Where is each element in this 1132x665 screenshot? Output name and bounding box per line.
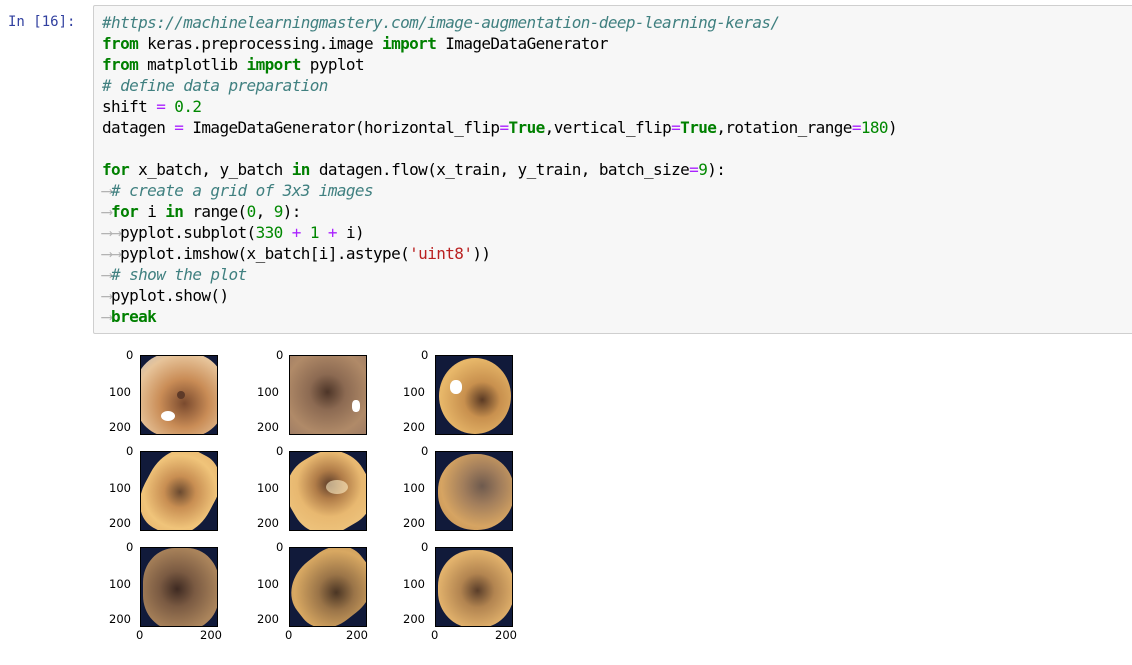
code-line-6: datagen = ImageDataGenerator(horizontal_… (102, 118, 898, 137)
fundus-image-7 (140, 547, 218, 627)
code-line-5: shift = 0.2 (102, 97, 202, 116)
cell-output-figure: 0 100 200 0 100 200 0 100 200 0 100 200 (109, 348, 517, 642)
fundus-image-3 (435, 355, 513, 435)
cell-prompt: In [16]: (8, 14, 76, 30)
fundus-image-6 (435, 451, 513, 531)
code-editor[interactable]: #https://machinelearningmastery.com/imag… (102, 12, 898, 327)
fundus-image-8 (289, 547, 367, 627)
fundus-image-1 (140, 355, 218, 435)
code-line-13: ⟶# show the plot (102, 265, 247, 284)
code-line-2: from keras.preprocessing.image import Im… (102, 34, 608, 53)
fundus-image-2 (289, 355, 367, 435)
code-line-1: #https://machinelearningmastery.com/imag… (102, 13, 780, 32)
code-line-11: ⟶⟶pyplot.subplot(330 + 1 + i) (102, 223, 365, 242)
code-line-8: for x_batch, y_batch in datagen.flow(x_t… (102, 160, 726, 179)
code-line-14: ⟶pyplot.show() (102, 286, 229, 305)
code-line-9: ⟶# create a grid of 3x3 images (102, 181, 374, 200)
code-line-3: from matplotlib import pyplot (102, 55, 365, 74)
fundus-image-4 (140, 451, 218, 531)
code-line-15: ⟶break (102, 307, 157, 326)
fundus-image-5 (289, 451, 367, 531)
fundus-image-9 (435, 547, 513, 627)
code-line-10: ⟶for i in range(0, 9): (102, 202, 301, 221)
code-cell-input[interactable]: #https://machinelearningmastery.com/imag… (93, 5, 1132, 334)
code-line-12: ⟶⟶pyplot.imshow(x_batch[i].astype('uint8… (102, 244, 491, 263)
code-line-4: # define data preparation (102, 76, 328, 95)
